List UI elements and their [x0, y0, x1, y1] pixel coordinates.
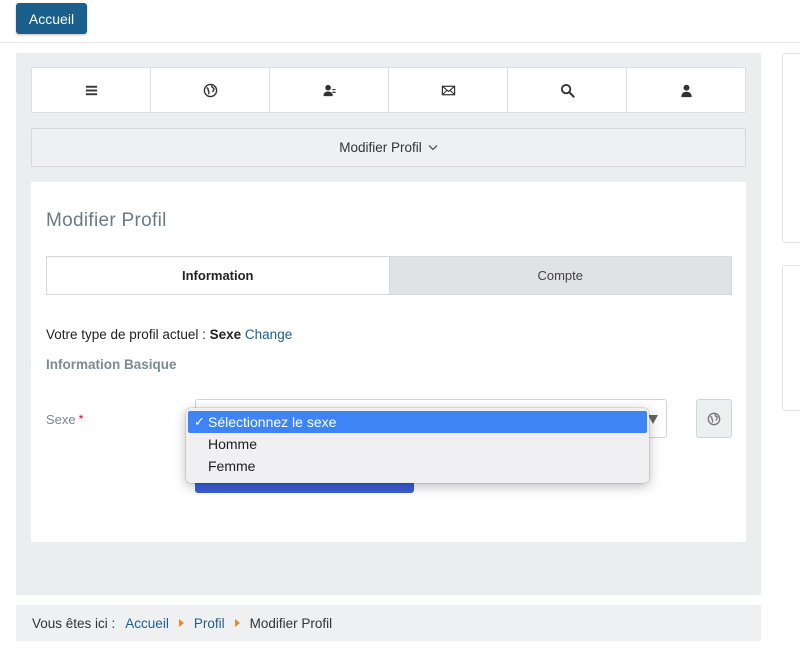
chevron-down-icon [428, 145, 438, 151]
profile-type-prefix: Votre type de profil actuel : [46, 327, 206, 342]
side-card-top [782, 53, 800, 243]
breadcrumb: Vous êtes ici : Accueil Profil Modifier … [16, 605, 761, 641]
profile-type-line: Votre type de profil actuel : Sexe Chang… [46, 327, 292, 342]
search-icon[interactable] [508, 68, 627, 112]
submit-button[interactable] [195, 482, 414, 493]
user-icon[interactable] [627, 68, 745, 112]
breadcrumb-separator-icon [234, 619, 240, 627]
option-select-gender[interactable]: ✓ Sélectionnez le sexe [188, 411, 647, 433]
page-title: Modifier Profil [46, 210, 167, 231]
globe-icon [707, 412, 721, 425]
menu-icon[interactable] [32, 68, 151, 112]
home-button[interactable]: Accueil [16, 3, 87, 34]
content-card: Modifier Profil Information Compte Votre… [31, 182, 746, 542]
profile-type-value: Sexe [209, 327, 242, 342]
gender-label-text: Sexe [46, 412, 76, 427]
breadcrumb-prefix: Vous êtes ici : [32, 615, 116, 631]
tab-compte[interactable]: Compte [388, 257, 731, 294]
breadcrumb-separator-icon [178, 619, 184, 627]
checkmark-icon: ✓ [194, 414, 205, 429]
privacy-globe-button[interactable] [696, 399, 732, 438]
section-title: Information Basique [46, 357, 177, 372]
tab-bar: Information Compte [46, 256, 732, 295]
globe-icon[interactable] [151, 68, 270, 112]
breadcrumb-current: Modifier Profil [249, 615, 333, 631]
users-icon[interactable] [270, 68, 389, 112]
breadcrumb-home[interactable]: Accueil [125, 616, 169, 631]
gender-options-menu: ✓ Sélectionnez le sexe Homme Femme [186, 408, 649, 483]
select-arrow-icon [648, 415, 658, 424]
required-mark: * [78, 412, 84, 426]
gender-label: Sexe * [46, 412, 83, 427]
tab-information[interactable]: Information [47, 257, 389, 294]
side-card-bottom [782, 265, 800, 411]
top-bar: Accueil [0, 0, 800, 43]
icon-toolbar [31, 67, 746, 113]
envelope-icon[interactable] [389, 68, 508, 112]
option-femme[interactable]: Femme [186, 455, 649, 477]
change-profile-type-link[interactable]: Change [245, 327, 292, 342]
profile-menu-label: Modifier Profil [339, 140, 422, 155]
option-homme[interactable]: Homme [186, 433, 649, 455]
option-label: Sélectionnez le sexe [208, 414, 337, 430]
profile-menu-dropdown[interactable]: Modifier Profil [31, 128, 746, 167]
breadcrumb-profil[interactable]: Profil [194, 616, 225, 631]
